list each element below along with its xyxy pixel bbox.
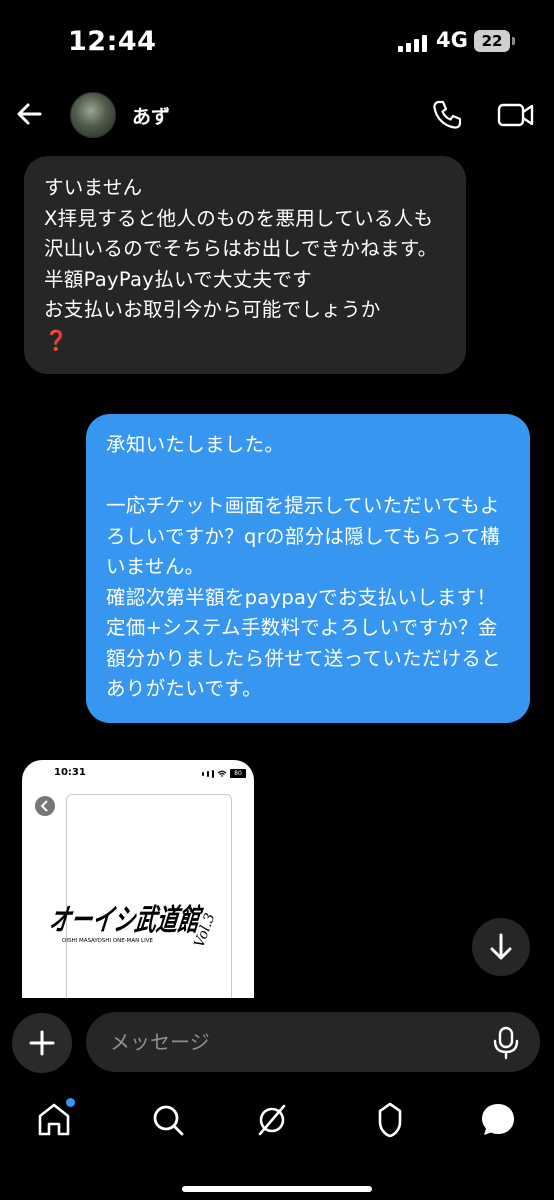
microphone-icon xyxy=(493,1026,519,1060)
nav-home[interactable] xyxy=(32,1098,76,1142)
back-arrow-icon xyxy=(17,103,42,125)
explore-icon xyxy=(258,1104,286,1136)
battery-icon: 22 xyxy=(474,30,510,52)
home-notification-dot xyxy=(66,1098,75,1107)
ticket-logo-title: オーイシ武道館 xyxy=(48,903,205,938)
status-time: 12:44 xyxy=(68,26,157,57)
bottom-navigation xyxy=(0,1090,554,1200)
message-composer xyxy=(0,1010,554,1074)
ticket-logo: オーイシ武道館 Vol.3 OISHI MASAYOSHI ONE-MAN LI… xyxy=(48,903,219,949)
nav-explore[interactable] xyxy=(250,1098,294,1142)
arrow-down-icon xyxy=(490,933,512,960)
image-message[interactable]: 10:31 80 xyxy=(22,760,254,998)
video-call-button[interactable] xyxy=(496,98,536,132)
voice-call-button[interactable] xyxy=(430,98,464,132)
nav-messages[interactable] xyxy=(476,1098,520,1142)
plus-icon xyxy=(29,1030,55,1056)
search-icon xyxy=(153,1105,184,1136)
cellular-signal-icon xyxy=(398,34,427,52)
image-status-icons: 80 xyxy=(202,769,246,778)
avatar[interactable] xyxy=(70,92,116,138)
scroll-to-bottom-button[interactable] xyxy=(472,918,530,976)
nav-search[interactable] xyxy=(146,1098,190,1142)
image-battery-icon: 80 xyxy=(230,769,246,778)
back-button[interactable] xyxy=(12,96,48,132)
ticket-logo-caption: OISHI MASAYOSHI ONE-MAN LIVE xyxy=(62,938,153,944)
phone-icon xyxy=(433,100,462,129)
nav-reels[interactable] xyxy=(368,1098,412,1142)
incoming-message[interactable]: すいません X拝見すると他人のものを悪用している人も沢山いるのでそちらはお出しで… xyxy=(24,156,466,374)
voice-message-button[interactable] xyxy=(490,1026,522,1060)
home-indicator xyxy=(182,1186,372,1192)
video-camera-icon xyxy=(497,103,534,127)
wifi-icon xyxy=(217,770,227,777)
status-bar: 12:44 4G 22 xyxy=(0,0,554,84)
chat-header: あず xyxy=(0,84,554,148)
image-status-time: 10:31 xyxy=(54,767,86,778)
reels-icon xyxy=(378,1102,402,1138)
contact-name[interactable]: あず xyxy=(132,102,170,129)
outgoing-message[interactable]: 承知いたしました。 一応チケット画面を提示していただいてもよろしいですか？qrの… xyxy=(86,414,530,723)
image-back-icon xyxy=(35,796,55,816)
network-type: 4G xyxy=(436,28,468,52)
messages-icon xyxy=(482,1104,514,1135)
image-status-bar: 10:31 80 xyxy=(22,760,254,784)
message-input[interactable] xyxy=(86,1012,540,1072)
add-attachment-button[interactable] xyxy=(12,1013,72,1073)
battery-tip xyxy=(512,37,515,45)
